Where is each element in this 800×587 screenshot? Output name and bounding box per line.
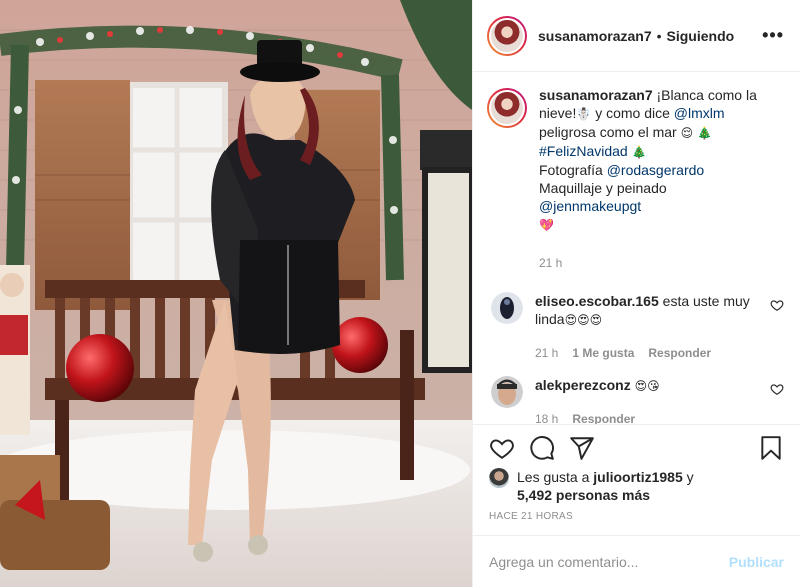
commenter-username[interactable]: alekperezconz <box>535 377 631 393</box>
comment-time[interactable]: 21 h <box>535 346 558 360</box>
heart-icon[interactable] <box>770 298 784 312</box>
likes-summary: Les gusta a julioortiz1985 y 5,492 perso… <box>489 468 784 504</box>
heart-icon[interactable] <box>770 382 784 396</box>
heart-emoji: 💖 <box>539 218 554 232</box>
relieved-emoji: 😌 <box>680 126 694 140</box>
comment-time[interactable]: 18 h <box>535 412 558 424</box>
caption-avatar[interactable] <box>487 88 527 128</box>
heart-icon[interactable] <box>489 435 515 461</box>
photo-credit-label: Fotografía <box>539 162 607 178</box>
snowman-emoji: ☃️ <box>576 107 592 121</box>
tree-emoji: 🎄 <box>697 126 712 140</box>
comment-emojis: 😍😍😍 <box>564 313 603 327</box>
comment-body: alekperezconz 😍😘 18 h Responder <box>535 376 755 424</box>
comment-likes[interactable]: 1 Me gusta <box>572 346 634 360</box>
tree-emoji-2: 🎄 <box>631 145 647 159</box>
liker-username[interactable]: julioortiz1985 <box>593 469 682 485</box>
caption-time[interactable]: 21 h <box>539 256 562 270</box>
likes-connector: y <box>682 469 694 485</box>
reply-button[interactable]: Responder <box>572 412 635 424</box>
mention-jennmakeupgt[interactable]: @jennmakeupgt <box>539 198 641 214</box>
comment-icon[interactable] <box>529 435 555 461</box>
comment-body: eliseo.escobar.165 esta uste muy linda😍😍… <box>535 292 755 362</box>
comments-list[interactable]: susanamorazan7 ¡Blanca como la nieve!☃️ … <box>473 72 800 424</box>
comment-item: eliseo.escobar.165 esta uste muy linda😍😍… <box>487 292 784 362</box>
action-bar <box>473 424 800 468</box>
commenter-username[interactable]: eliseo.escobar.165 <box>535 293 659 309</box>
separator-dot: • <box>656 27 662 44</box>
mention-lmxlm[interactable]: @lmxlm <box>674 105 725 121</box>
post-photo[interactable] <box>0 0 472 587</box>
add-comment-bar: Agrega un comentario... Publicar <box>473 535 800 587</box>
comment-meta: 21 h 1 Me gusta Responder <box>535 344 755 362</box>
makeup-credit-label: Maquillaje y peinado <box>539 180 667 196</box>
reply-button[interactable]: Responder <box>648 346 711 360</box>
hashtag-felizNavidad[interactable]: #FelizNavidad <box>539 143 628 159</box>
caption-line3: peligrosa como el mar <box>539 124 681 140</box>
share-icon[interactable] <box>569 435 595 461</box>
author-avatar[interactable] <box>487 15 527 56</box>
post-header: susanamorazan7 • Siguiendo ••• <box>473 0 800 72</box>
follow-status-button[interactable]: Siguiendo <box>667 28 735 44</box>
comment-emojis: 😍😘 <box>634 379 660 393</box>
publish-button[interactable]: Publicar <box>729 554 784 570</box>
comment-item: alekperezconz 😍😘 18 h Responder <box>487 376 784 424</box>
liker-avatar[interactable] <box>489 468 509 488</box>
post-image <box>0 0 472 587</box>
commenter-avatar[interactable] <box>491 292 523 324</box>
comment-input[interactable]: Agrega un comentario... <box>489 554 729 570</box>
caption-username[interactable]: susanamorazan7 <box>539 87 653 103</box>
likes-prefix: Les gusta a <box>517 469 594 485</box>
likes-text: Les gusta a julioortiz1985 y 5,492 perso… <box>517 468 694 504</box>
caption-meta: 21 h <box>539 254 769 272</box>
mention-rodasgerardo[interactable]: @rodasgerardo <box>607 162 705 178</box>
commenter-avatar[interactable] <box>491 376 523 408</box>
more-icon[interactable]: ••• <box>762 25 784 46</box>
caption: susanamorazan7 ¡Blanca como la nieve!☃️ … <box>487 86 784 272</box>
post-timestamp[interactable]: HACE 21 HORAS <box>489 511 573 522</box>
likes-others[interactable]: 5,492 personas más <box>517 487 650 503</box>
caption-text: susanamorazan7 ¡Blanca como la nieve!☃️ … <box>539 86 769 272</box>
post-panel: susanamorazan7 • Siguiendo ••• susanamor… <box>472 0 800 587</box>
caption-line2: y como dice <box>591 105 674 121</box>
bookmark-icon[interactable] <box>758 435 784 461</box>
comment-meta: 18 h Responder <box>535 410 755 424</box>
author-username[interactable]: susanamorazan7 <box>538 28 652 44</box>
